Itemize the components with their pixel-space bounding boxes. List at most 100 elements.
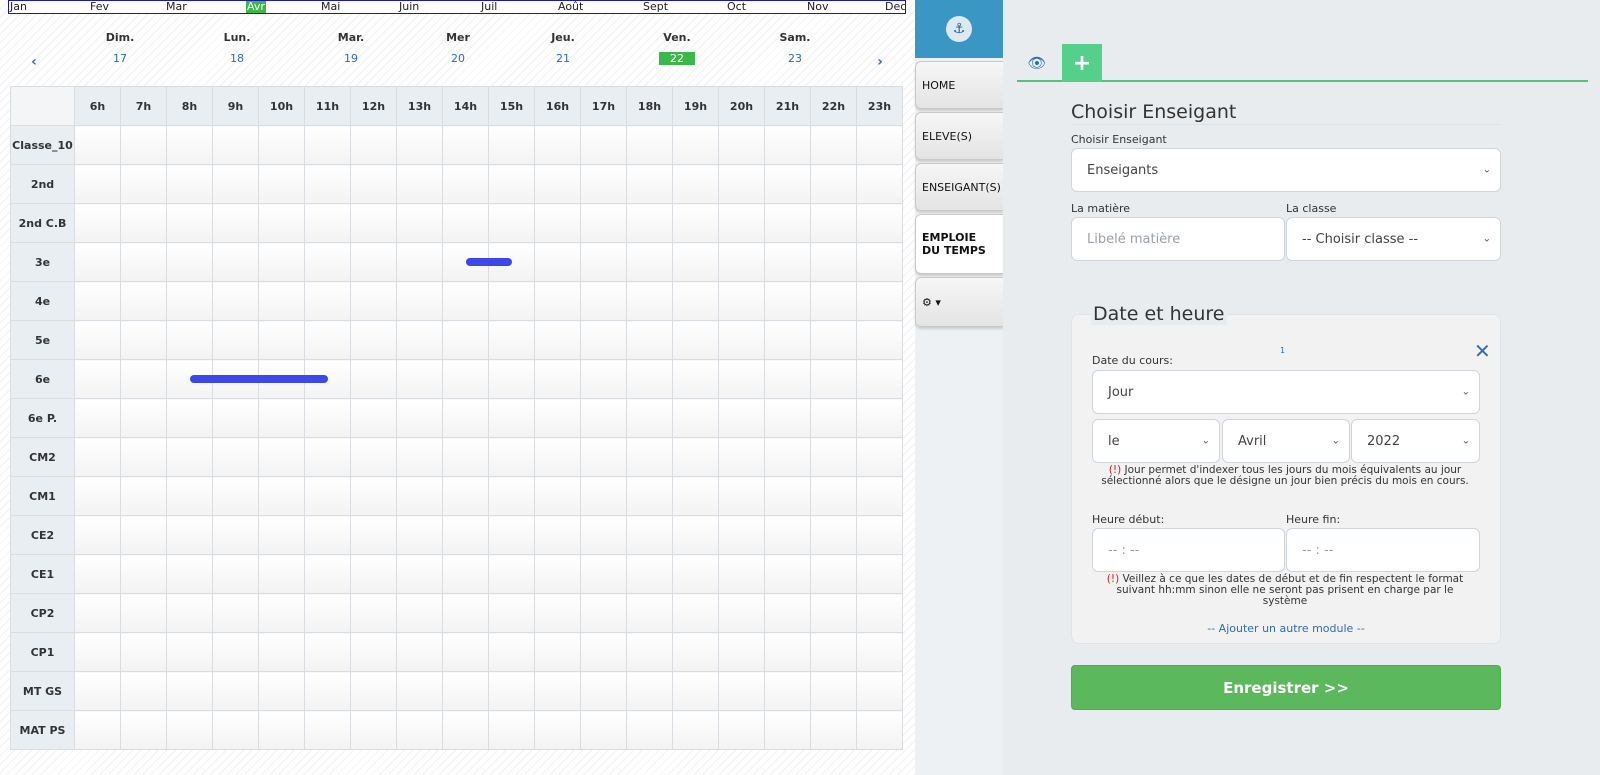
time-slot-cell[interactable] [166, 398, 213, 438]
time-slot-cell[interactable] [856, 437, 903, 477]
month-août[interactable]: Août [557, 1, 584, 13]
time-slot-cell[interactable] [718, 203, 765, 243]
time-slot-cell[interactable] [350, 164, 397, 204]
time-slot-cell[interactable] [718, 593, 765, 633]
time-slot-cell[interactable] [396, 632, 443, 672]
time-slot-cell[interactable] [258, 164, 305, 204]
time-slot-cell[interactable] [350, 437, 397, 477]
time-slot-cell[interactable] [212, 515, 259, 555]
time-slot-cell[interactable] [672, 125, 719, 165]
time-slot-cell[interactable] [74, 593, 121, 633]
time-slot-cell[interactable] [120, 632, 167, 672]
time-slot-cell[interactable] [856, 359, 903, 399]
time-slot-cell[interactable] [166, 437, 213, 477]
time-slot-cell[interactable] [672, 515, 719, 555]
time-slot-cell[interactable] [764, 398, 811, 438]
time-slot-cell[interactable] [764, 554, 811, 594]
time-slot-cell[interactable] [120, 515, 167, 555]
time-slot-cell[interactable] [396, 437, 443, 477]
time-slot-cell[interactable] [856, 710, 903, 750]
time-slot-cell[interactable] [488, 398, 535, 438]
time-slot-cell[interactable] [396, 125, 443, 165]
time-slot-cell[interactable] [764, 125, 811, 165]
time-slot-cell[interactable] [212, 632, 259, 672]
time-slot-cell[interactable] [718, 242, 765, 282]
time-slot-cell[interactable] [488, 164, 535, 204]
time-slot-cell[interactable] [396, 203, 443, 243]
time-slot-cell[interactable] [626, 710, 673, 750]
time-slot-cell[interactable] [166, 593, 213, 633]
time-slot-cell[interactable] [626, 398, 673, 438]
time-slot-cell[interactable] [396, 398, 443, 438]
time-slot-cell[interactable] [580, 710, 627, 750]
time-slot-cell[interactable] [74, 554, 121, 594]
time-slot-cell[interactable] [212, 281, 259, 321]
time-slot-cell[interactable] [212, 437, 259, 477]
month-juin[interactable]: Juin [398, 1, 420, 13]
time-slot-cell[interactable] [212, 242, 259, 282]
time-slot-cell[interactable] [580, 476, 627, 516]
time-slot-cell[interactable] [856, 164, 903, 204]
time-slot-cell[interactable] [626, 203, 673, 243]
time-slot-cell[interactable] [120, 242, 167, 282]
time-slot-cell[interactable] [396, 710, 443, 750]
time-slot-cell[interactable] [580, 671, 627, 711]
time-slot-cell[interactable] [626, 281, 673, 321]
time-slot-cell[interactable] [626, 671, 673, 711]
time-slot-cell[interactable] [74, 671, 121, 711]
time-slot-cell[interactable] [350, 281, 397, 321]
time-slot-cell[interactable] [856, 515, 903, 555]
time-slot-cell[interactable] [304, 593, 351, 633]
time-slot-cell[interactable] [764, 710, 811, 750]
day-number[interactable]: 18 [219, 52, 255, 65]
time-slot-cell[interactable] [488, 320, 535, 360]
time-slot-cell[interactable] [396, 476, 443, 516]
time-slot-cell[interactable] [534, 710, 581, 750]
month-avr[interactable]: Avr [246, 1, 266, 13]
time-slot-cell[interactable] [488, 710, 535, 750]
time-slot-cell[interactable] [74, 632, 121, 672]
time-slot-cell[interactable] [764, 515, 811, 555]
time-slot-cell[interactable] [672, 242, 719, 282]
time-slot-cell[interactable] [810, 437, 857, 477]
time-slot-cell[interactable] [672, 593, 719, 633]
time-slot-cell[interactable] [856, 242, 903, 282]
time-slot-cell[interactable] [304, 203, 351, 243]
time-slot-cell[interactable] [350, 710, 397, 750]
time-slot-cell[interactable] [856, 203, 903, 243]
time-slot-cell[interactable] [718, 476, 765, 516]
time-slot-cell[interactable] [442, 203, 489, 243]
teacher-select[interactable]: Enseigants ⌄ [1071, 148, 1501, 192]
month-mar[interactable]: Mar [165, 1, 188, 13]
time-slot-cell[interactable] [258, 125, 305, 165]
time-slot-cell[interactable] [212, 710, 259, 750]
time-slot-cell[interactable] [396, 671, 443, 711]
day-number-today[interactable]: 22 [659, 52, 695, 65]
time-slot-cell[interactable] [304, 632, 351, 672]
time-slot-cell[interactable] [442, 632, 489, 672]
time-slot-cell[interactable] [672, 281, 719, 321]
time-slot-cell[interactable] [580, 125, 627, 165]
time-slot-cell[interactable] [580, 242, 627, 282]
time-slot-cell[interactable] [166, 515, 213, 555]
time-slot-cell[interactable] [534, 671, 581, 711]
time-slot-cell[interactable] [764, 593, 811, 633]
time-slot-cell[interactable] [488, 671, 535, 711]
time-slot-cell[interactable] [166, 242, 213, 282]
time-slot-cell[interactable] [764, 437, 811, 477]
time-slot-cell[interactable] [626, 437, 673, 477]
time-slot-cell[interactable] [350, 203, 397, 243]
nav-enseignants[interactable]: ENSEIGANT(S) [915, 163, 1003, 211]
year-select[interactable]: 2022 ⌄ [1351, 419, 1480, 463]
time-slot-cell[interactable] [626, 125, 673, 165]
time-slot-cell[interactable] [442, 320, 489, 360]
time-slot-cell[interactable] [120, 554, 167, 594]
end-time-input[interactable]: -- : -- [1286, 528, 1480, 572]
time-slot-cell[interactable] [350, 242, 397, 282]
day-number[interactable]: 17 [102, 52, 138, 65]
time-slot-cell[interactable] [258, 398, 305, 438]
time-slot-cell[interactable] [350, 671, 397, 711]
time-slot-cell[interactable] [580, 554, 627, 594]
time-slot-cell[interactable] [396, 593, 443, 633]
time-slot-cell[interactable] [810, 320, 857, 360]
